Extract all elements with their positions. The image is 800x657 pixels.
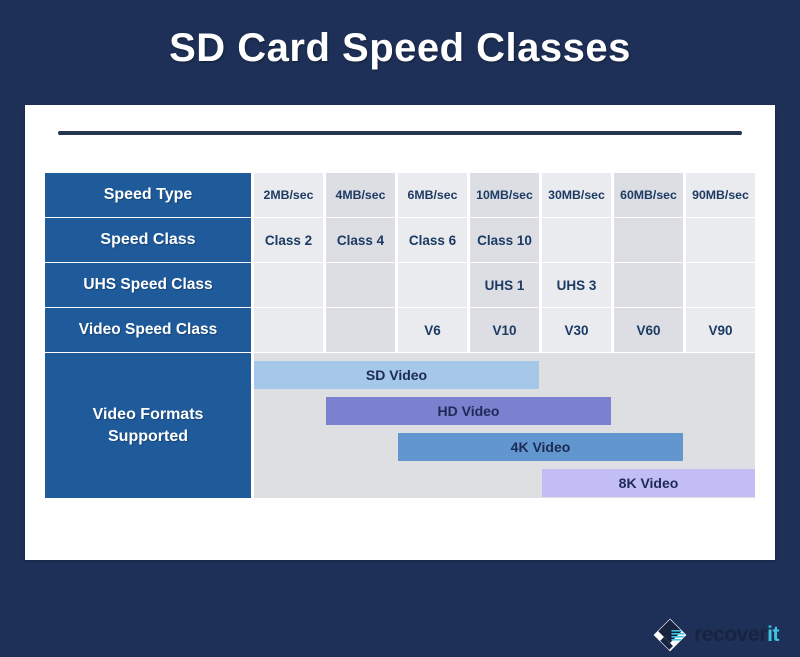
bar-sd-video: SD Video: [254, 361, 539, 389]
bar-label: HD Video: [437, 403, 500, 419]
row-label-speed-class: Speed Class: [45, 218, 251, 262]
cell-speed-type-4: 10MB/sec: [470, 173, 539, 217]
cell-uhs-2: [326, 263, 395, 307]
video-formats-plot: SD Video HD Video 4K Video 8K Video: [254, 353, 755, 498]
cell-uhs-3: [398, 263, 467, 307]
bar-4k-video: 4K Video: [398, 433, 683, 461]
cell-speed-type-7: 90MB/sec: [686, 173, 755, 217]
logo-text-primary: recover: [694, 623, 768, 646]
cell-video-speed-1: [254, 308, 323, 352]
page-title: SD Card Speed Classes: [169, 26, 631, 70]
row-label-video-formats: Video Formats Supported: [45, 353, 251, 498]
cell-video-speed-6: V60: [614, 308, 683, 352]
cell-uhs-7: [686, 263, 755, 307]
cell-speed-type-3: 6MB/sec: [398, 173, 467, 217]
logo-text-accent: it: [767, 623, 780, 646]
poster-root: SD Card Speed Classes Speed Type 2MB/sec…: [0, 0, 800, 652]
table-row-video-formats: Video Formats Supported SD Video HD Vide…: [45, 353, 755, 498]
content-card: Speed Type 2MB/sec 4MB/sec 6MB/sec 10MB/…: [25, 105, 780, 652]
divider-rule: [58, 131, 742, 135]
cell-uhs-1: [254, 263, 323, 307]
row-label-video-formats-line1: Video Formats: [92, 405, 204, 423]
row-label-uhs-speed-class: UHS Speed Class: [45, 263, 251, 307]
bar-label: SD Video: [365, 367, 428, 383]
cell-speed-class-7: [686, 218, 755, 262]
bar-label: 4K Video: [510, 439, 571, 455]
row-cells: Class 2 Class 4 Class 6 Class 10: [254, 218, 758, 262]
cell-speed-type-6: 60MB/sec: [614, 173, 683, 217]
bar-8k-video: 8K Video: [542, 469, 755, 497]
cell-video-speed-3: V6: [398, 308, 467, 352]
cell-video-speed-5: V30: [542, 308, 611, 352]
cell-speed-class-3: Class 6: [398, 218, 467, 262]
cell-uhs-4: UHS 1: [470, 263, 539, 307]
cell-speed-class-1: Class 2: [254, 218, 323, 262]
cell-video-speed-7: V90: [686, 308, 755, 352]
row-label-video-formats-line2: Supported: [108, 427, 188, 445]
cell-speed-type-2: 4MB/sec: [326, 173, 395, 217]
row-cells: 2MB/sec 4MB/sec 6MB/sec 10MB/sec 30MB/se…: [254, 173, 758, 217]
recoverit-diamond-icon: [653, 618, 687, 652]
speed-class-table: Speed Type 2MB/sec 4MB/sec 6MB/sec 10MB/…: [45, 173, 755, 498]
table-row: Speed Type 2MB/sec 4MB/sec 6MB/sec 10MB/…: [45, 173, 755, 217]
table-row: UHS Speed Class UHS 1 UHS 3: [45, 263, 755, 307]
cell-video-speed-4: V10: [470, 308, 539, 352]
bar-label: 8K Video: [618, 475, 679, 491]
table-row: Speed Class Class 2 Class 4 Class 6 Clas…: [45, 218, 755, 262]
cell-speed-class-6: [614, 218, 683, 262]
row-label-video-speed-class: Video Speed Class: [45, 308, 251, 352]
cell-speed-class-5: [542, 218, 611, 262]
row-cells: V6 V10 V30 V60 V90: [254, 308, 758, 352]
row-cells: UHS 1 UHS 3: [254, 263, 758, 307]
cell-speed-class-2: Class 4: [326, 218, 395, 262]
recoverit-wordmark: recoverit: [694, 623, 780, 647]
cell-speed-class-4: Class 10: [470, 218, 539, 262]
row-label-speed-type: Speed Type: [45, 173, 251, 217]
cell-speed-type-1: 2MB/sec: [254, 173, 323, 217]
cell-speed-type-5: 30MB/sec: [542, 173, 611, 217]
recoverit-logo: recoverit: [653, 618, 783, 652]
table-row: Video Speed Class V6 V10 V30 V60 V90: [45, 308, 755, 352]
cell-uhs-5: UHS 3: [542, 263, 611, 307]
cell-uhs-6: [614, 263, 683, 307]
cell-video-speed-2: [326, 308, 395, 352]
bar-hd-video: HD Video: [326, 397, 611, 425]
